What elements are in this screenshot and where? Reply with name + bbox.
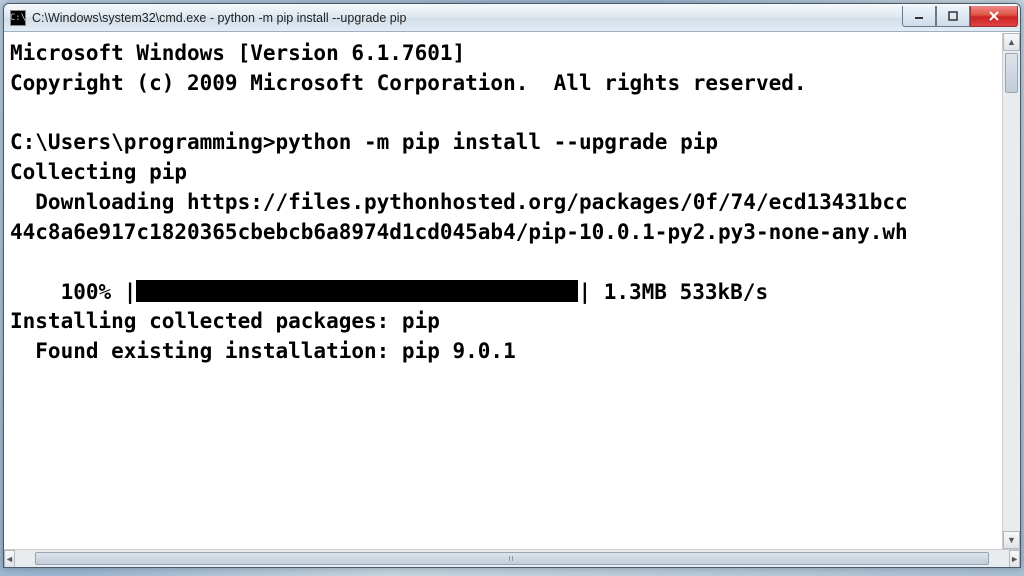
progress-stats: | 1.3MB 533kB/s	[578, 280, 768, 304]
window-title: C:\Windows\system32\cmd.exe - python -m …	[32, 11, 406, 25]
console-line: Installing collected packages: pip	[10, 309, 440, 333]
scroll-down-button[interactable]: ▼	[1003, 531, 1020, 549]
console-output[interactable]: Microsoft Windows [Version 6.1.7601] Cop…	[4, 33, 1002, 549]
console-line: Found existing installation: pip 9.0.1	[10, 339, 516, 363]
scroll-thumb[interactable]	[1005, 53, 1018, 93]
console-line: Downloading https://files.pythonhosted.o…	[10, 190, 908, 214]
progress-percent: 100% |	[10, 280, 136, 304]
titlebar[interactable]: C:\ C:\Windows\system32\cmd.exe - python…	[4, 4, 1020, 32]
cmd-icon: C:\	[10, 10, 26, 26]
close-icon	[988, 11, 1000, 21]
close-button[interactable]	[970, 6, 1018, 27]
window-controls	[902, 6, 1018, 27]
scroll-left-button[interactable]: ◄	[4, 550, 15, 568]
minimize-button[interactable]	[902, 6, 936, 27]
maximize-button[interactable]	[936, 6, 970, 27]
console-line: Microsoft Windows [Version 6.1.7601]	[10, 41, 465, 65]
progress-bar-fill	[136, 280, 578, 302]
vertical-scrollbar[interactable]: ▲ ▼	[1002, 33, 1020, 549]
scroll-thumb-h[interactable]	[35, 552, 989, 565]
maximize-icon	[948, 11, 958, 21]
scroll-up-button[interactable]: ▲	[1003, 33, 1020, 51]
scroll-track[interactable]	[1003, 51, 1020, 531]
minimize-icon	[914, 12, 924, 20]
console-line: 44c8a6e917c1820365cbebcb6a8974d1cd045ab4…	[10, 220, 908, 244]
console-line: Copyright (c) 2009 Microsoft Corporation…	[10, 71, 807, 95]
client-area: Microsoft Windows [Version 6.1.7601] Cop…	[4, 32, 1020, 567]
cmd-window: C:\ C:\Windows\system32\cmd.exe - python…	[3, 3, 1021, 568]
scroll-track-h[interactable]	[15, 550, 1009, 567]
console-line: Collecting pip	[10, 160, 187, 184]
scroll-right-button[interactable]: ►	[1009, 550, 1020, 568]
console-prompt-line: C:\Users\programming>python -m pip insta…	[10, 130, 718, 154]
horizontal-scrollbar[interactable]: ◄ ►	[4, 549, 1020, 567]
